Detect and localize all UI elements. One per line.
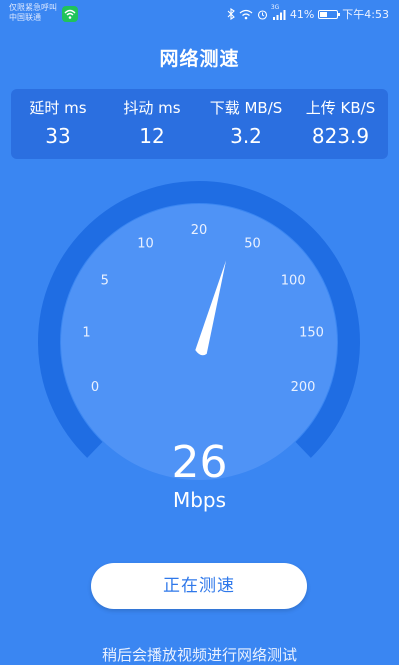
latency-label: 延时 ms (29, 99, 87, 117)
current-speed-value: 26 (171, 437, 228, 488)
gauge-label-0: 0 (91, 380, 99, 395)
carrier-info: 仅限紧急呼叫 中国联通 (9, 3, 57, 23)
gauge-label-100: 100 (281, 274, 306, 289)
gauge-label-20: 20 (191, 223, 208, 238)
carrier-name: 中国联通 (9, 13, 41, 22)
gauge-label-10: 10 (137, 237, 154, 252)
gauge-label-150: 150 (299, 326, 324, 341)
battery-level (320, 11, 327, 17)
signal-icon: 3G (271, 4, 286, 20)
gauge-arc (38, 181, 360, 458)
gauge-needle (195, 260, 227, 356)
wifi-hotspot-icon (62, 6, 78, 22)
stats-card: 延时 ms 33 抖动 ms 12 下载 MB/S 3.2 上传 KB/S 82… (11, 89, 388, 159)
page-title: 网络测速 (159, 48, 240, 70)
upload-stat: 上传 KB/S 823.9 (293, 89, 388, 159)
upload-value: 823.9 (311, 124, 370, 148)
alarm-icon (257, 9, 268, 20)
gauge-label-1: 1 (82, 326, 90, 341)
latency-stat: 延时 ms 33 (11, 89, 105, 159)
download-stat: 下载 MB/S 3.2 (199, 89, 293, 159)
gauge-scale-labels: 0 1 5 10 20 50 100 150 200 (82, 223, 324, 395)
download-label: 下载 MB/S (209, 99, 283, 117)
gauge-label-200: 200 (291, 380, 316, 395)
carrier-emergency-text: 仅限紧急呼叫 (9, 3, 57, 12)
jitter-label: 抖动 ms (123, 99, 181, 117)
network-type-label: 3G (270, 3, 280, 11)
bluetooth-icon (227, 8, 235, 20)
battery-percent: 41% (289, 7, 315, 21)
wifi-icon (239, 9, 253, 20)
gauge-label-5: 5 (101, 274, 109, 289)
battery-icon (318, 9, 341, 19)
current-speed-unit: Mbps (172, 488, 227, 512)
testing-button[interactable]: 正在测速 (91, 563, 307, 609)
status-icons: 3G 41% 下午4:53 (227, 4, 389, 23)
clock: 下午4:53 (342, 8, 389, 21)
gauge-label-50: 50 (244, 237, 261, 252)
jitter-stat: 抖动 ms 12 (105, 89, 199, 159)
latency-value: 33 (45, 124, 71, 148)
download-value: 3.2 (230, 124, 262, 148)
upload-label: 上传 KB/S (305, 99, 376, 117)
jitter-value: 12 (139, 124, 165, 148)
status-bar: 仅限紧急呼叫 中国联通 3G 41% 下午4:53 (0, 0, 399, 28)
footer-note: 稍后会播放视频进行网络测试 (101, 646, 297, 664)
